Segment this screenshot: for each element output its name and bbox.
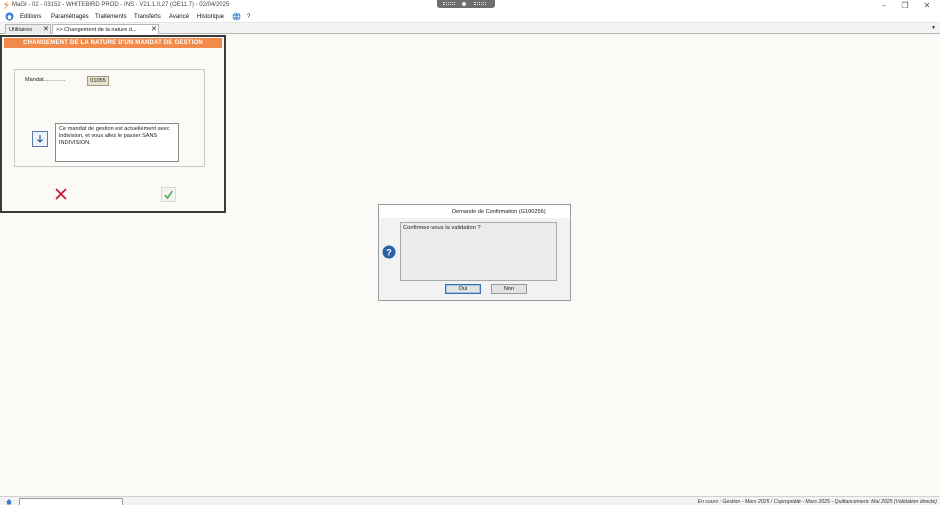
close-window-button[interactable]: ✕: [921, 1, 933, 10]
tab-label: >> Changement de la nature d...: [56, 27, 137, 33]
menu-help[interactable]: ?: [247, 14, 250, 20]
status-text: En cours : Gestion - Mars 2025 / Copropr…: [697, 499, 937, 505]
check-icon: [164, 190, 174, 200]
status-icon[interactable]: [5, 498, 13, 505]
minimize-button[interactable]: –: [878, 1, 890, 10]
remote-grip-right: [474, 2, 486, 5]
remote-session-bar[interactable]: [437, 0, 495, 8]
info-message: Ce mandat de gestion est actuellement av…: [55, 123, 179, 162]
menu-bar: Editions Paramétrages Traitements Transf…: [0, 11, 940, 23]
tab-changement-nature[interactable]: >> Changement de la nature d... ✕: [52, 24, 159, 34]
restore-button[interactable]: ❐: [899, 1, 911, 10]
window-header: CHANGEMENT DE LA NATURE D'UN MANDAT DE G…: [4, 38, 222, 48]
mandat-label: Mandat..............: [25, 77, 66, 83]
menu-traitements[interactable]: Traitements: [95, 14, 126, 20]
globe-icon[interactable]: [232, 12, 241, 21]
app-logo-icon: [3, 1, 9, 10]
svg-text:?: ?: [386, 248, 392, 258]
status-field[interactable]: [19, 498, 123, 505]
menu-historique[interactable]: Historique: [197, 14, 224, 20]
remote-grip-left: [443, 2, 455, 5]
remote-pin-icon[interactable]: [462, 2, 466, 6]
menu-transferts[interactable]: Transferts: [134, 14, 161, 20]
tab-utilitaires[interactable]: Utilitaires ✕: [5, 24, 51, 34]
window-title: MaGI - 02 - 03152 - WHITEBIRD PROD - INS…: [12, 2, 230, 8]
dialog-title: Demande de Confirmation (G100256): [452, 209, 546, 215]
tab-bar: Utilitaires ✕ >> Changement de la nature…: [0, 23, 940, 34]
tab-close-icon[interactable]: ✕: [151, 25, 157, 34]
tab-close-icon[interactable]: ✕: [43, 25, 49, 34]
mandat-field[interactable]: 01055: [87, 76, 109, 86]
title-bar: MaGI - 02 - 03152 - WHITEBIRD PROD - INS…: [0, 0, 940, 11]
dialog-message: Confirmez-vous la validation ?: [400, 222, 557, 281]
dialog-titlebar[interactable]: Demande de Confirmation (G100256): [379, 205, 570, 218]
home-icon[interactable]: [5, 12, 14, 21]
tab-label: Utilitaires: [9, 27, 33, 33]
menu-parametrages[interactable]: Paramétrages: [51, 14, 89, 20]
arrow-down-icon: [37, 135, 43, 143]
cancel-icon[interactable]: [54, 187, 68, 201]
menu-avance[interactable]: Avancé: [169, 14, 189, 20]
no-button[interactable]: Non: [491, 284, 527, 294]
mandat-window: CHANGEMENT DE LA NATURE D'UN MANDAT DE G…: [0, 35, 226, 213]
validate-button[interactable]: [161, 187, 176, 202]
confirmation-dialog: Demande de Confirmation (G100256) ? Conf…: [378, 204, 571, 301]
info-button[interactable]: [32, 131, 48, 147]
help-icon: ?: [382, 245, 396, 259]
status-bar: En cours : Gestion - Mars 2025 / Copropr…: [0, 496, 940, 505]
yes-button[interactable]: Oui: [445, 284, 481, 294]
tab-list-dropdown[interactable]: ▼: [931, 25, 936, 31]
menu-editions[interactable]: Editions: [20, 14, 41, 20]
